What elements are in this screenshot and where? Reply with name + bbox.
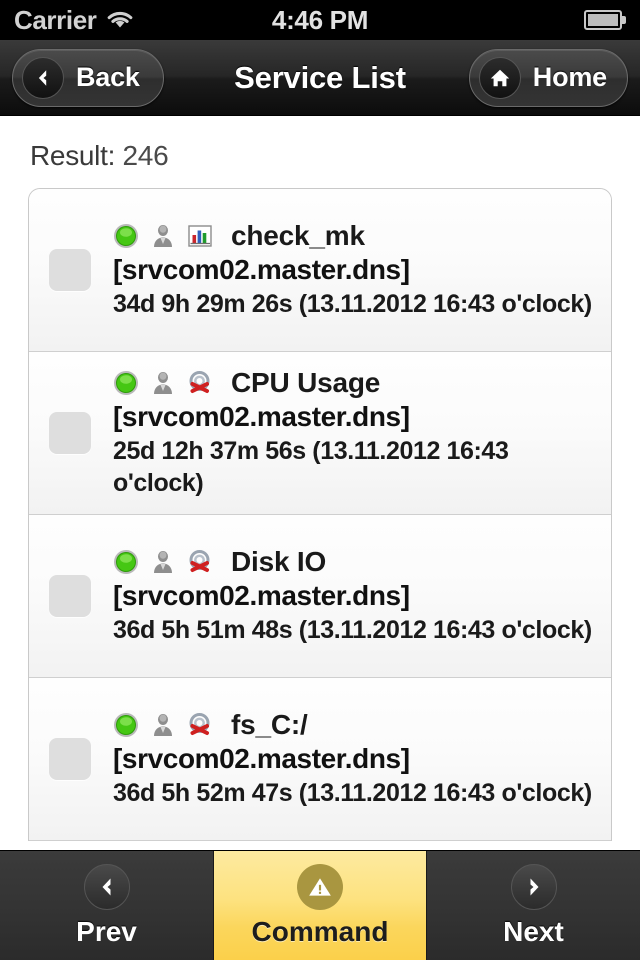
prev-button[interactable]: Prev (0, 851, 213, 960)
battery-icon (584, 10, 626, 30)
host-name: [srvcom02.master.dns] (113, 253, 410, 285)
bar-chart-icon[interactable] (187, 223, 213, 249)
user-gray-icon[interactable] (150, 223, 176, 249)
app-root: Carrier 4:46 PM Back Service List Home R… (0, 0, 640, 960)
duration-text: 36d 5h 51m 48s (13.11.2012 16:43 o'clock… (113, 616, 592, 645)
next-button[interactable]: Next (427, 851, 640, 960)
row-content: fs_C:/ [srvcom02.master.dns] 36d 5h 52m … (113, 709, 599, 809)
table-row[interactable]: Disk IO [srvcom02.master.dns] 36d 5h 51m… (29, 515, 611, 678)
row-checkbox[interactable] (49, 249, 91, 291)
user-gray-icon[interactable] (150, 549, 176, 575)
row-checkbox[interactable] (49, 412, 91, 454)
warning-triangle-icon (297, 863, 343, 910)
status-bar: Carrier 4:46 PM (0, 0, 640, 40)
green-status-led-icon (113, 712, 139, 738)
home-button[interactable]: Home (468, 48, 628, 107)
result-summary: Result: 246 (0, 116, 640, 188)
row-header: check_mk (113, 220, 599, 252)
table-row[interactable]: check_mk [srvcom02.master.dns] 34d 9h 29… (29, 189, 611, 352)
row-header: CPU Usage (113, 367, 599, 399)
no-graph-icon[interactable] (187, 370, 213, 396)
home-icon (478, 56, 521, 99)
row-header: Disk IO (113, 546, 599, 578)
no-graph-icon[interactable] (187, 712, 213, 738)
result-count: 246 (122, 140, 169, 171)
host-name: [srvcom02.master.dns] (113, 742, 410, 774)
host-name: [srvcom02.master.dns] (113, 579, 410, 611)
service-name: check_mk (231, 219, 365, 251)
result-label: Result: (30, 140, 116, 171)
command-button[interactable]: Command (213, 851, 427, 960)
content-area: Result: 246 check_mk [srvcom02.master.dn… (0, 116, 640, 850)
service-name: CPU Usage (231, 366, 381, 398)
service-name: Disk IO (231, 545, 327, 577)
row-content: check_mk [srvcom02.master.dns] 34d 9h 29… (113, 220, 599, 320)
green-status-led-icon (113, 549, 139, 575)
bottom-toolbar: Prev Command Next (0, 850, 640, 960)
no-graph-icon[interactable] (187, 549, 213, 575)
chevron-left-icon (83, 863, 130, 910)
carrier-label: Carrier (14, 5, 97, 35)
row-content: Disk IO [srvcom02.master.dns] 36d 5h 51m… (113, 546, 599, 646)
user-gray-icon[interactable] (150, 712, 176, 738)
row-header: fs_C:/ (113, 709, 599, 741)
row-content: CPU Usage [srvcom02.master.dns] 25d 12h … (113, 367, 599, 499)
home-button-label: Home (532, 62, 607, 92)
table-row[interactable]: CPU Usage [srvcom02.master.dns] 25d 12h … (29, 352, 611, 515)
status-bar-left: Carrier (14, 7, 134, 33)
user-gray-icon[interactable] (150, 370, 176, 396)
back-button-label: Back (76, 62, 140, 92)
green-status-led-icon (113, 223, 139, 249)
prev-button-label: Prev (76, 915, 137, 947)
duration-text: 25d 12h 37m 56s (13.11.2012 16:43 o'cloc… (113, 437, 509, 498)
table-row[interactable]: fs_C:/ [srvcom02.master.dns] 36d 5h 52m … (29, 678, 611, 841)
wifi-icon (106, 10, 134, 30)
back-button[interactable]: Back (12, 48, 164, 107)
host-name: [srvcom02.master.dns] (113, 400, 410, 432)
row-checkbox[interactable] (49, 575, 91, 617)
duration-text: 34d 9h 29m 26s (13.11.2012 16:43 o'clock… (113, 290, 592, 319)
duration-text: 36d 5h 52m 47s (13.11.2012 16:43 o'clock… (113, 779, 592, 808)
row-checkbox[interactable] (49, 738, 91, 780)
service-name: fs_C:/ (231, 708, 308, 740)
green-status-led-icon (113, 370, 139, 396)
service-list: check_mk [srvcom02.master.dns] 34d 9h 29… (28, 188, 612, 841)
command-button-label: Command (251, 915, 389, 947)
next-button-label: Next (503, 915, 564, 947)
chevron-right-icon (510, 863, 557, 910)
chevron-left-icon (22, 56, 64, 99)
navigation-bar: Back Service List Home (0, 40, 640, 116)
status-bar-right (584, 10, 626, 30)
